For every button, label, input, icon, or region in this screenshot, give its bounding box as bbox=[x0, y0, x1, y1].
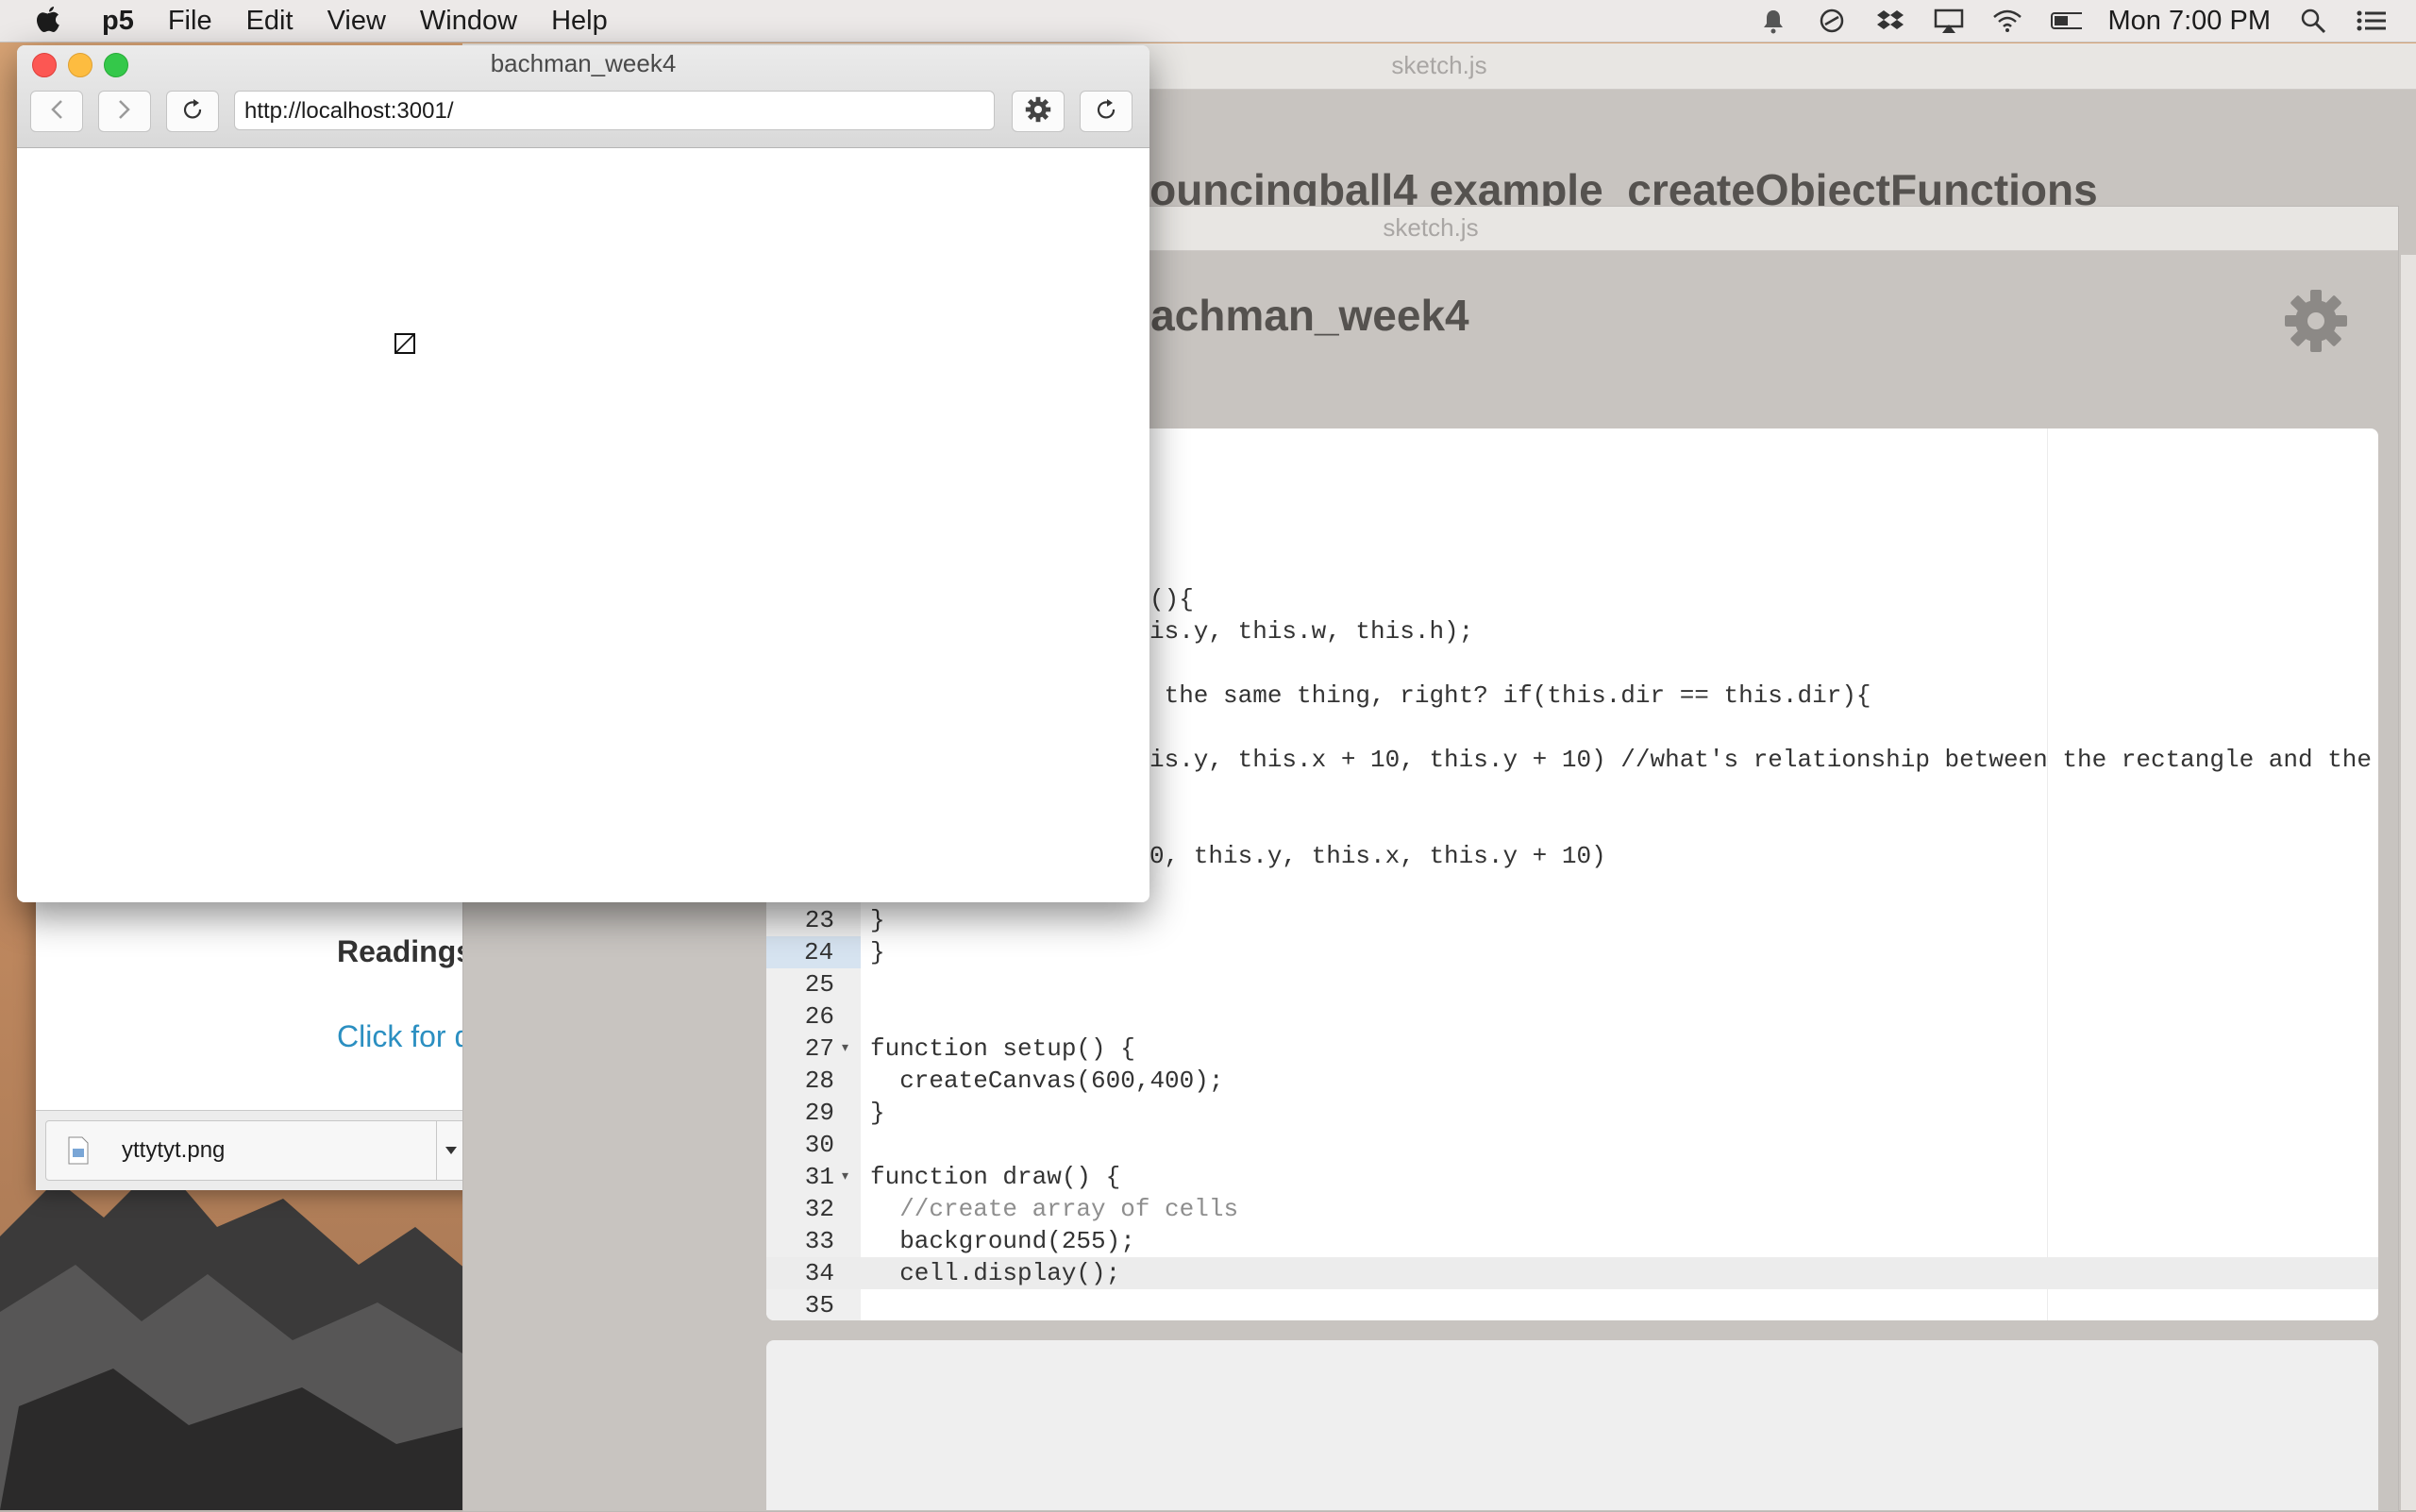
code-line[interactable]: 27 ▾ function setup() { bbox=[766, 1033, 2378, 1065]
window-title: bachman_week4 bbox=[490, 49, 677, 77]
line-number: 35 bbox=[804, 1291, 834, 1319]
sync-icon[interactable] bbox=[1816, 5, 1848, 37]
line-number: 28 bbox=[804, 1067, 834, 1095]
reload-icon bbox=[181, 98, 204, 126]
minimize-button[interactable] bbox=[68, 53, 92, 77]
code-line[interactable]: 33 background(255); bbox=[766, 1225, 2378, 1257]
line-number: 24 bbox=[766, 936, 861, 968]
line-code: background(255); bbox=[870, 1227, 1135, 1255]
download-filename: yttytyt.png bbox=[122, 1137, 226, 1163]
code-line[interactable]: 28 createCanvas(600,400); bbox=[766, 1065, 2378, 1097]
line-code: //create array of cells bbox=[870, 1195, 1239, 1223]
menu-bar: p5 File Edit View Window Help Mon 7:00 P… bbox=[0, 0, 2416, 42]
dropbox-icon[interactable] bbox=[1874, 5, 1906, 37]
code-line[interactable]: 31 ▾ function draw() { bbox=[766, 1161, 2378, 1193]
back-arrow-icon bbox=[50, 99, 63, 125]
details-link[interactable]: Click for d bbox=[337, 1019, 471, 1054]
reload-button[interactable] bbox=[166, 91, 219, 132]
console-panel[interactable] bbox=[766, 1340, 2378, 1510]
back-button[interactable] bbox=[30, 91, 83, 132]
menu-help[interactable]: Help bbox=[551, 0, 608, 42]
menu-file[interactable]: File bbox=[168, 0, 212, 42]
broken-image-icon bbox=[394, 333, 415, 354]
code-line[interactable]: 24} bbox=[766, 936, 2378, 968]
code-line[interactable]: 32 //create array of cells bbox=[766, 1193, 2378, 1225]
refresh-button[interactable] bbox=[1080, 91, 1132, 132]
close-button[interactable] bbox=[32, 53, 57, 77]
gear-icon bbox=[1025, 96, 1051, 127]
spotlight-icon[interactable] bbox=[2297, 5, 2329, 37]
line-code: } bbox=[870, 938, 885, 966]
readings-heading: Readings bbox=[337, 934, 474, 968]
code-fragment: is.y, this.w, this.h); bbox=[1149, 617, 1474, 646]
line-number: 27 bbox=[804, 1034, 834, 1063]
code-line[interactable]: 29} bbox=[766, 1097, 2378, 1129]
line-code: } bbox=[870, 906, 885, 934]
line-code: } bbox=[870, 1099, 885, 1127]
notification-icon[interactable] bbox=[1757, 5, 1789, 37]
line-number: 26 bbox=[804, 1002, 834, 1031]
download-item[interactable]: yttytyt.png bbox=[45, 1120, 466, 1181]
menubar-clock[interactable]: Mon 7:00 PM bbox=[2108, 6, 2271, 37]
menu-view[interactable]: View bbox=[327, 0, 386, 42]
sketch-name: bachman_week4 bbox=[1124, 291, 1469, 340]
fold-arrow-icon[interactable]: ▾ bbox=[842, 1161, 848, 1193]
scrollbar-track[interactable] bbox=[2401, 255, 2416, 1510]
zoom-button[interactable] bbox=[104, 53, 128, 77]
line-number: 23 bbox=[804, 906, 834, 934]
menu-app-name[interactable]: p5 bbox=[102, 0, 134, 42]
line-number: 34 bbox=[804, 1259, 834, 1287]
code-line[interactable]: 25 bbox=[766, 968, 2378, 1000]
line-number: 30 bbox=[804, 1131, 834, 1159]
code-fragment: (){ bbox=[1149, 585, 1194, 613]
browser-window: bachman_week4 http://localhost:3001/ bbox=[17, 45, 1149, 902]
code-line[interactable]: 26 bbox=[766, 1000, 2378, 1033]
line-code: cell.display(); bbox=[870, 1259, 1121, 1287]
line-number: 31 bbox=[804, 1163, 834, 1191]
refresh-icon bbox=[1095, 98, 1117, 126]
browser-toolbar: bachman_week4 http://localhost:3001/ bbox=[17, 45, 1149, 148]
forward-arrow-icon bbox=[118, 99, 131, 125]
url-field[interactable]: http://localhost:3001/ bbox=[234, 91, 995, 130]
code-fragment: 0, this.y, this.x, this.y + 10) bbox=[1149, 842, 1606, 870]
forward-button[interactable] bbox=[98, 91, 151, 132]
fold-arrow-icon[interactable]: ▾ bbox=[842, 1033, 848, 1065]
airplay-icon[interactable] bbox=[1933, 5, 1965, 37]
line-number: 29 bbox=[804, 1099, 834, 1127]
line-number: 32 bbox=[804, 1195, 834, 1223]
wifi-icon[interactable] bbox=[1991, 5, 2023, 37]
code-line-active[interactable]: 34 cell.display(); bbox=[766, 1257, 2378, 1289]
menu-edit[interactable]: Edit bbox=[246, 0, 294, 42]
code-fragment: is.y, this.x + 10, this.y + 10) //what's… bbox=[1149, 746, 2373, 774]
line-code: function setup() { bbox=[870, 1034, 1135, 1063]
line-number: 33 bbox=[804, 1227, 834, 1255]
code-fragment: the same thing, right? if(this.dir == th… bbox=[1149, 681, 1871, 710]
status-area: Mon 7:00 PM bbox=[1757, 0, 2388, 42]
apple-icon[interactable] bbox=[34, 0, 72, 42]
chevron-down-icon[interactable] bbox=[436, 1121, 465, 1180]
line-code: function draw() { bbox=[870, 1163, 1121, 1191]
menu-window[interactable]: Window bbox=[420, 0, 517, 42]
wallpaper-rocks bbox=[0, 1161, 472, 1510]
line-code: createCanvas(600,400); bbox=[870, 1067, 1224, 1095]
notification-center-icon[interactable] bbox=[2356, 5, 2388, 37]
file-icon bbox=[67, 1136, 90, 1169]
battery-icon[interactable] bbox=[2050, 5, 2082, 37]
code-line[interactable]: 23} bbox=[766, 904, 2378, 936]
download-bar: yttytyt.png bbox=[36, 1110, 472, 1190]
gear-icon[interactable] bbox=[2283, 288, 2349, 354]
line-number: 25 bbox=[804, 970, 834, 999]
settings-button[interactable] bbox=[1012, 91, 1065, 132]
code-line[interactable]: 30 bbox=[766, 1129, 2378, 1161]
code-line[interactable]: 35 bbox=[766, 1289, 2378, 1320]
